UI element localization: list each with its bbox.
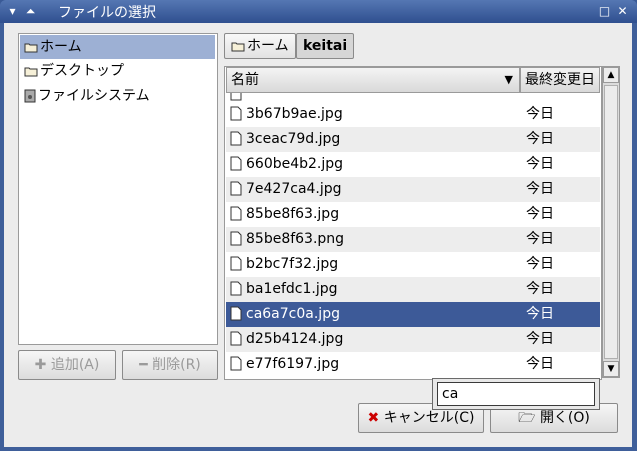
typeahead-popup: ca [432,378,600,410]
file-name: ba1efdc1.jpg [246,281,338,297]
breadcrumb-label: keitai [303,38,348,54]
table-row-selected[interactable]: ca6a7c0a.jpg 今日 [226,302,600,327]
file-date: 今日 [526,281,554,297]
file-name: ca6a7c0a.jpg [246,306,340,322]
file-icon [230,106,242,121]
add-place-button[interactable]: ✚ 追加(A) [18,350,116,380]
breadcrumb-home[interactable]: ホーム [224,33,296,59]
column-name-label: 名前 [231,72,259,88]
place-label: ホーム [40,39,82,55]
minus-icon: ━ [139,357,148,373]
file-date: 今日 [526,156,554,172]
dialog-body: ホーム デスクトップ ファイルシステム ✚ 追加(A) ━ 削除(R) ホーム … [4,23,632,447]
folder-icon [24,67,38,77]
file-name: 3ceac79d.jpg [246,131,341,147]
typeahead-input[interactable]: ca [437,382,595,406]
open-folder-icon: 🗁 [518,410,536,426]
file-date: 今日 [526,206,554,222]
file-date: 今日 [526,181,554,197]
shade-icon[interactable]: ⏶ [22,3,39,20]
file-date: 今日 [526,131,554,147]
remove-place-button[interactable]: ━ 削除(R) [122,350,218,380]
plus-icon: ✚ [34,357,47,373]
table-row[interactable]: 85be8f63.jpg 今日 [226,202,600,227]
scroll-thumb[interactable] [604,85,618,359]
table-row[interactable]: d25b4124.jpg 今日 [226,327,600,352]
file-date: 今日 [526,306,554,322]
file-icon [230,306,242,321]
remove-place-label: 削除(R) [152,357,201,373]
table-row[interactable]: 7e427ca4.jpg 今日 [226,177,600,202]
place-label: ファイルシステム [38,88,150,104]
table-row[interactable]: ba1efdc1.jpg 今日 [226,277,600,302]
file-icon [230,206,242,221]
file-name: b2bc7f32.jpg [246,256,339,272]
sort-arrow-icon: ▼ [504,73,513,86]
scroll-down-arrow-icon[interactable]: ▼ [603,361,619,377]
file-icon [230,93,242,101]
file-name: 3b67b9ae.jpg [246,106,343,122]
file-name: d25b4124.jpg [246,331,344,347]
file-date: 今日 [526,331,554,347]
file-name: e77f6197.jpg [246,356,340,372]
vertical-scrollbar[interactable]: ▲ ▼ [602,66,620,378]
maximize-icon[interactable]: □ [596,3,613,20]
table-row[interactable]: 85be8f63.png 今日 [226,227,600,252]
table-row[interactable]: 3ceac79d.jpg 今日 [226,127,600,152]
column-header-name[interactable]: 名前 ▼ [226,67,520,93]
file-icon [230,156,242,171]
place-label: デスクトップ [40,63,124,79]
file-date: 今日 [526,231,554,247]
file-icon [230,181,242,196]
file-icon [230,131,242,146]
file-icon [230,281,242,296]
title-bar[interactable]: ▾ ⏶ ファイルの選択 □ ✕ [0,0,637,23]
file-icon [230,356,242,371]
table-row[interactable]: b2bc7f32.jpg 今日 [226,252,600,277]
file-icon [230,256,242,271]
file-rows: 3b67b9ae.jpg 今日 3ceac79d.jpg 今日 660be4b2… [226,93,600,378]
file-date: 今日 [526,106,554,122]
file-name: 85be8f63.png [246,231,345,247]
close-icon[interactable]: ✕ [614,3,631,20]
folder-icon [231,42,245,52]
file-chooser-window: ▾ ⏶ ファイルの選択 □ ✕ ホーム デスクトップ ファイルシステム ✚ 追加… [0,0,637,451]
place-item-home[interactable]: ホーム [20,35,215,59]
drive-icon [24,89,36,103]
window-menu-icon[interactable]: ▾ [4,3,21,20]
places-panel: ホーム デスクトップ ファイルシステム [18,33,218,345]
file-name: 660be4b2.jpg [246,156,344,172]
scroll-up-arrow-icon[interactable]: ▲ [603,67,619,83]
file-name: 85be8f63.jpg [246,206,340,222]
breadcrumb-keitai[interactable]: keitai [296,33,355,59]
open-label: 開く(O) [539,410,590,426]
file-icon [230,331,242,346]
cancel-label: キャンセル(C) [383,410,475,426]
add-place-label: 追加(A) [50,357,100,373]
table-row[interactable]: 3b67b9ae.jpg 今日 [226,102,600,127]
file-name: 7e427ca4.jpg [246,181,342,197]
folder-icon [24,43,38,53]
table-row[interactable]: 660be4b2.jpg 今日 [226,152,600,177]
breadcrumb-label: ホーム [247,38,289,54]
table-row[interactable]: e77f6197.jpg 今日 [226,352,600,377]
place-item-desktop[interactable]: デスクトップ [20,59,215,83]
file-icon [230,231,242,246]
window-title: ファイルの選択 [58,5,156,21]
column-modified-label: 最終変更日 [525,72,595,88]
file-date: 今日 [526,256,554,272]
cancel-x-icon: ✖ [367,410,380,426]
file-date: 今日 [526,356,554,372]
place-item-filesystem[interactable]: ファイルシステム [20,84,215,108]
column-header-modified[interactable]: 最終変更日 [520,67,600,93]
